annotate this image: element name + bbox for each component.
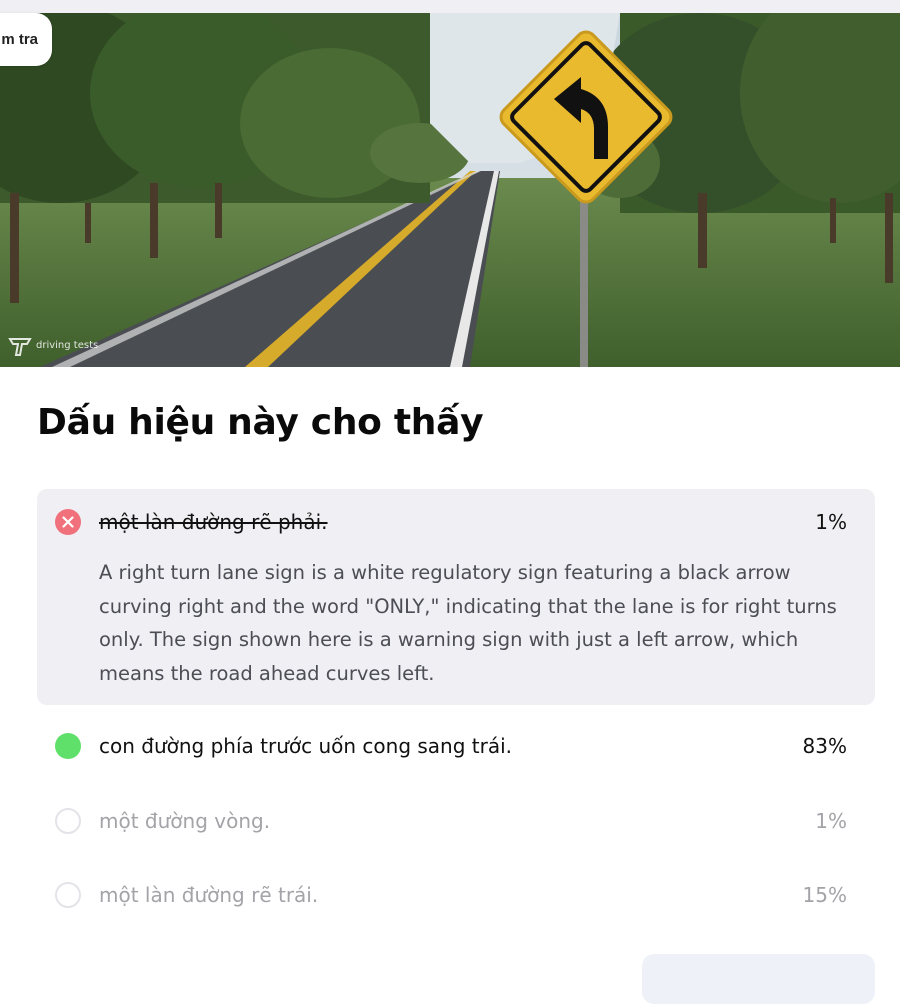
question-image bbox=[0, 13, 900, 367]
filled-circle-icon bbox=[55, 733, 81, 759]
answer-options: một làn đường rẽ phải. 1% A right turn l… bbox=[37, 489, 875, 908]
answer-label: con đường phía trước uốn cong sang trái. bbox=[99, 734, 513, 758]
empty-circle-icon bbox=[55, 882, 81, 908]
answer-percent: 15% bbox=[802, 883, 847, 907]
question-title: Dấu hiệu này cho thấy bbox=[37, 402, 484, 443]
x-circle-icon bbox=[55, 509, 81, 535]
tab-button[interactable]: m tra bbox=[0, 13, 52, 66]
answer-label: một làn đường rẽ phải. bbox=[99, 510, 328, 534]
empty-circle-icon bbox=[55, 808, 81, 834]
answer-label: một đường vòng. bbox=[99, 809, 271, 833]
answer-percent: 83% bbox=[802, 734, 847, 758]
answer-option[interactable]: một đường vòng. 1% bbox=[37, 793, 875, 843]
answer-label: một làn đường rẽ trái. bbox=[99, 883, 319, 907]
answer-percent: 1% bbox=[815, 809, 847, 833]
watermark: driving tests bbox=[8, 335, 98, 357]
answer-percent: 1% bbox=[815, 510, 847, 534]
top-strip bbox=[0, 0, 900, 13]
answer-option-correct[interactable]: con đường phía trước uốn cong sang trái.… bbox=[37, 715, 875, 765]
answer-explanation: A right turn lane sign is a white regula… bbox=[99, 561, 837, 685]
answer-option[interactable]: một làn đường rẽ trái. 15% bbox=[37, 867, 875, 917]
next-button[interactable] bbox=[642, 954, 875, 1004]
answer-option-wrong[interactable]: một làn đường rẽ phải. 1% A right turn l… bbox=[37, 489, 875, 705]
logo-icon bbox=[8, 338, 32, 356]
watermark-text: driving tests bbox=[36, 340, 99, 351]
